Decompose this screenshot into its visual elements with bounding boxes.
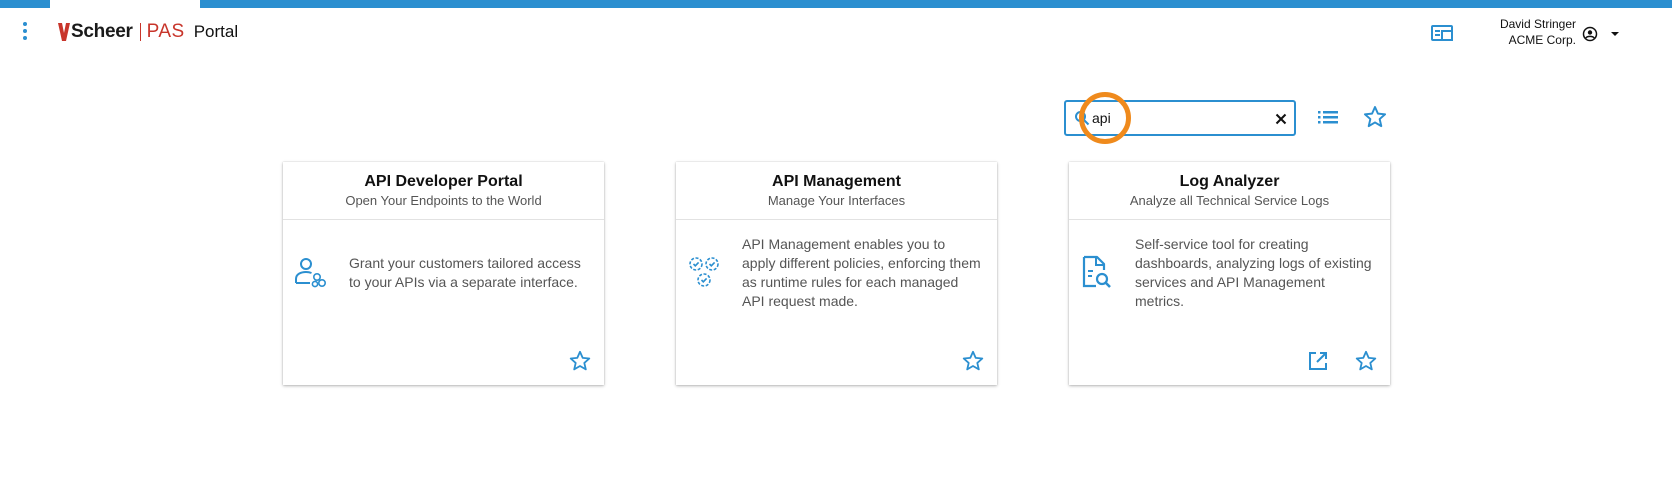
- app-card-log-analyzer[interactable]: Log Analyzer Analyze all Technical Servi…: [1069, 162, 1390, 385]
- app-title: Portal: [193, 22, 239, 41]
- favorites-filter-button[interactable]: [1362, 104, 1388, 130]
- favorite-star-icon[interactable]: [1354, 349, 1378, 373]
- app-card-api-developer-portal[interactable]: API Developer Portal Open Your Endpoints…: [283, 162, 604, 385]
- account-menu-button[interactable]: [1582, 24, 1622, 44]
- brand-product: PAS: [146, 21, 185, 42]
- card-description: Self-service tool for creating dashboard…: [1135, 236, 1372, 309]
- search-box[interactable]: [1064, 100, 1296, 136]
- list-icon: [1318, 111, 1338, 124]
- card-header: Log Analyzer Analyze all Technical Servi…: [1069, 162, 1390, 220]
- account-circle-icon: [1582, 26, 1598, 42]
- search-input[interactable]: [1092, 107, 1262, 129]
- user-info: David Stringer ACME Corp.: [1460, 16, 1576, 48]
- card-subtitle: Analyze all Technical Service Logs: [1129, 193, 1330, 208]
- brand-name: Scheer: [71, 21, 133, 42]
- scheer-logo-icon: [58, 23, 70, 41]
- app-switcher-icon: [1431, 25, 1453, 41]
- list-view-button[interactable]: [1315, 106, 1341, 128]
- favorite-star-icon[interactable]: [961, 349, 985, 373]
- user-company: ACME Corp.: [1508, 33, 1576, 47]
- gears-check-icon: [689, 257, 719, 287]
- chevron-down-icon: [1611, 32, 1619, 36]
- card-description: Grant your customers tailored access to …: [349, 255, 581, 290]
- app-header: Scheer PAS Portal David Stringer ACME Co…: [0, 8, 1672, 60]
- search-icon: [1075, 111, 1090, 126]
- card-subtitle: Manage Your Interfaces: [767, 193, 906, 208]
- app-switcher-button[interactable]: [1430, 22, 1456, 46]
- card-title: Log Analyzer: [1179, 173, 1280, 190]
- menu-dot-icon: [23, 29, 27, 33]
- top-accent-bar: [0, 0, 1672, 8]
- user-settings-icon: [295, 258, 326, 288]
- card-header: API Developer Portal Open Your Endpoints…: [283, 162, 604, 220]
- brand-divider: [139, 23, 141, 41]
- menu-dot-icon: [23, 36, 27, 40]
- card-description: API Management enables you to apply diff…: [742, 236, 981, 309]
- clear-search-icon[interactable]: [1273, 111, 1289, 127]
- user-name: David Stringer: [1499, 17, 1576, 31]
- brand-logo[interactable]: Scheer PAS Portal: [58, 20, 238, 44]
- document-search-icon: [1082, 255, 1111, 288]
- menu-dot-icon: [23, 22, 27, 26]
- card-header: API Management Manage Your Interfaces: [676, 162, 997, 220]
- favorite-star-icon[interactable]: [568, 349, 592, 373]
- card-title: API Developer Portal: [364, 173, 523, 190]
- card-title: API Management: [772, 173, 901, 190]
- top-bar-gap: [50, 0, 200, 8]
- app-menu-button[interactable]: [14, 18, 36, 44]
- card-subtitle: Open Your Endpoints to the World: [345, 193, 542, 208]
- open-external-icon[interactable]: [1306, 349, 1330, 373]
- star-outline-icon: [1363, 106, 1387, 128]
- app-card-api-management[interactable]: API Management Manage Your Interfaces AP…: [676, 162, 997, 385]
